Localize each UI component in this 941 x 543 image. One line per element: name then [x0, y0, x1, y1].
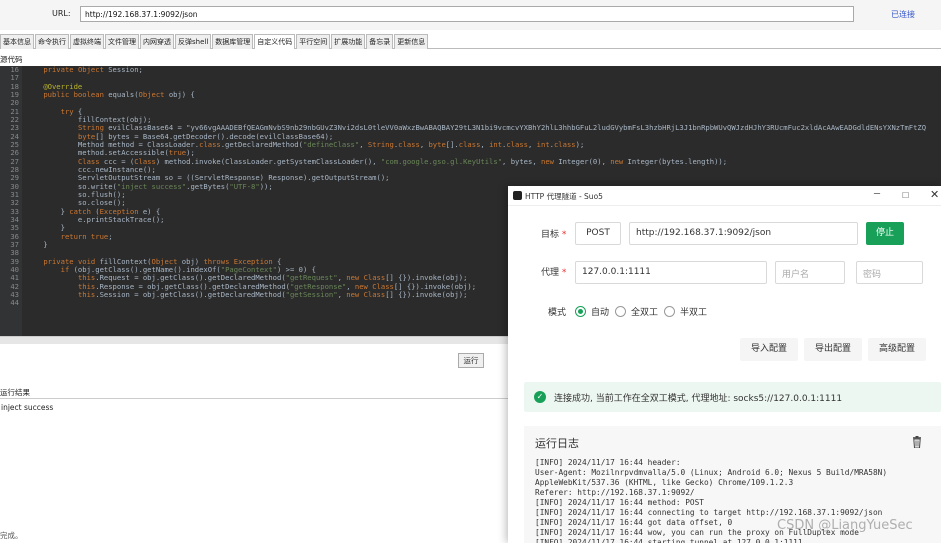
code-line: public boolean equals(Object obj) {	[43, 89, 195, 99]
check-circle-icon: ✓	[534, 391, 546, 403]
log-line: AppleWebKit/537.36 (KHTML, like Gecko) C…	[535, 478, 794, 487]
tab-item[interactable]: 文件管理	[105, 34, 139, 49]
url-label: URL:	[52, 9, 71, 18]
mode-label: 模式	[548, 308, 567, 318]
tab-item[interactable]: 虚拟终端	[70, 34, 104, 49]
mode-fullduplex-radio[interactable]	[615, 306, 626, 317]
advanced-config-button[interactable]: 高级配置	[868, 338, 926, 361]
log-line: [INFO] 2024/11/17 16:44 header:	[535, 458, 681, 467]
close-icon[interactable]: ✕	[930, 188, 939, 201]
stop-button[interactable]: 停止	[866, 222, 904, 245]
username-input[interactable]: 用户名	[775, 261, 845, 284]
line-number: 44	[10, 298, 19, 308]
window-titlebar: HTTP 代理隧道 - Suo5 ─ ☐ ✕	[508, 186, 941, 206]
mode-halfduplex-radio[interactable]	[664, 306, 675, 317]
tab-item[interactable]: 内网穿透	[140, 34, 174, 49]
code-line: Class ccc = (Class) method.invoke(ClassL…	[77, 156, 728, 166]
tab-item[interactable]: 备忘录	[366, 34, 394, 49]
url-bar: URL: http://192.168.37.1:9092/json 已连接	[0, 0, 941, 30]
log-title: 运行日志	[535, 437, 579, 450]
watermark: CSDN @LiangYueSec	[777, 518, 913, 533]
connection-status[interactable]: 已连接	[891, 9, 915, 20]
tab-item[interactable]: 扩展功能	[331, 34, 366, 49]
proxy-address-input[interactable]: 127.0.0.1:1111	[575, 261, 767, 284]
target-label: 目标 *	[541, 230, 567, 240]
mode-auto-label: 自动	[591, 308, 610, 318]
code-line: private Object Session;	[43, 66, 143, 74]
export-config-button[interactable]: 导出配置	[804, 338, 862, 361]
tab-item[interactable]: 反弹shell	[175, 34, 212, 49]
mode-halfduplex-label: 半双工	[680, 308, 708, 318]
success-alert: ✓ 连接成功, 当前工作在全双工模式, 代理地址: socks5://127.0…	[524, 382, 941, 412]
mode-auto-radio[interactable]	[575, 306, 586, 317]
success-message: 连接成功, 当前工作在全双工模式, 代理地址: socks5://127.0.0…	[554, 394, 843, 404]
minimize-icon[interactable]: ─	[874, 189, 880, 200]
log-line: [INFO] 2024/11/17 16:44 starting tunnel …	[535, 538, 803, 543]
log-line: [INFO] 2024/11/17 16:44 connecting to ta…	[535, 508, 883, 517]
window-title: HTTP 代理隧道 - Suo5	[525, 192, 603, 201]
code-line: try {	[60, 106, 83, 116]
import-config-button[interactable]: 导入配置	[740, 338, 798, 361]
config-panel: 目标 * POST http://192.168.37.1:9092/json …	[524, 206, 941, 372]
url-input[interactable]: http://192.168.37.1:9092/json	[80, 6, 854, 22]
target-url-input[interactable]: http://192.168.37.1:9092/json	[629, 222, 858, 245]
proxy-label: 代理 *	[541, 268, 567, 278]
tab-item[interactable]: 数据库管理	[212, 34, 254, 49]
trash-icon[interactable]	[912, 436, 922, 448]
source-code-label: 源代码	[0, 55, 23, 64]
tab-item[interactable]: 平行空间	[296, 34, 331, 49]
status-bar: 完成。	[0, 531, 23, 540]
app-logo-icon	[513, 191, 522, 200]
password-input[interactable]: 密码	[856, 261, 923, 284]
log-line: User-Agent: Mozilnrpvdmvalla/5.0 (Linux;…	[535, 468, 888, 477]
log-line: [INFO] 2024/11/17 16:44 method: POST	[535, 498, 704, 507]
proxy-tunnel-window: HTTP 代理隧道 - Suo5 ─ ☐ ✕ 目标 * POST http://…	[508, 186, 941, 543]
result-text: inject success	[1, 403, 54, 412]
maximize-icon[interactable]: ☐	[902, 191, 909, 200]
line-number-gutter: 16 17 18 19 20 21 22 23 24 25 26 27 28 29 30 31 32 33 34 35…	[0, 66, 22, 336]
mode-fullduplex-label: 全双工	[631, 308, 659, 318]
tab-item[interactable]: 更新信息	[394, 34, 429, 49]
result-area[interactable]	[0, 398, 510, 523]
log-line: Referer: http://192.168.37.1:9092/	[535, 488, 695, 497]
editor-horizontal-scrollbar[interactable]	[0, 336, 510, 344]
tab-item[interactable]: 自定义代码	[254, 34, 296, 49]
method-select[interactable]: POST	[575, 222, 621, 245]
tab-item[interactable]: 基本信息	[0, 34, 34, 49]
run-button[interactable]: 运行	[458, 353, 484, 368]
main-tabs: 基本信息 命令执行 虚拟终端 文件管理 内网穿透 反弹shell 数据库管理 自定义代码 平行空…	[0, 34, 941, 49]
tab-item[interactable]: 命令执行	[35, 34, 69, 49]
result-label: 运行结果	[0, 388, 30, 397]
